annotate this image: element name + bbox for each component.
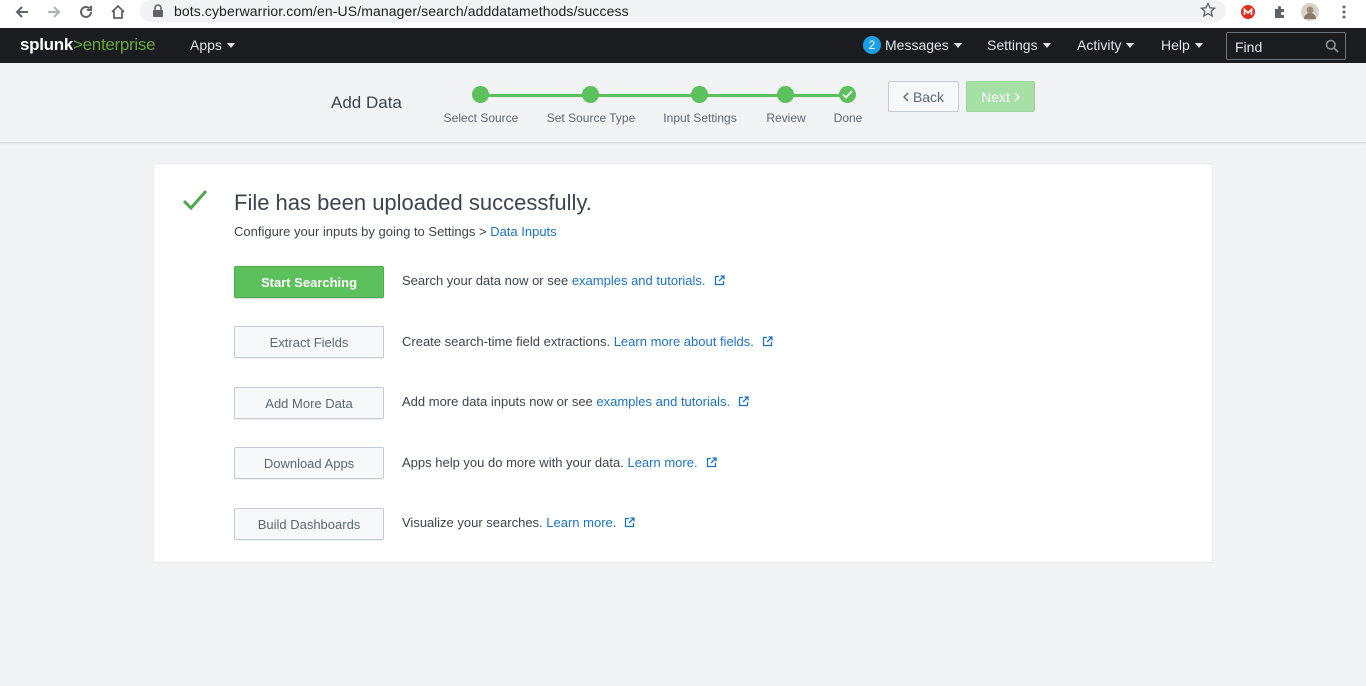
step-label-set-source-type: Set Source Type (546, 111, 636, 125)
start-searching-button[interactable]: Start Searching (234, 266, 384, 298)
url-text: bots.cyberwarrior.com/en-US/manager/sear… (174, 3, 629, 19)
settings-menu-label: Settings (987, 37, 1038, 53)
subtitle-text: Configure your inputs by going to Settin… (234, 224, 491, 239)
success-check-icon (181, 186, 209, 214)
home-icon[interactable] (104, 0, 132, 24)
splunk-logo[interactable]: splunk>enterprise (20, 35, 156, 55)
build-dashboards-description: Visualize your searches. Learn more. (402, 515, 636, 530)
learn-more-fields-link[interactable]: Learn more about fields. (614, 334, 754, 349)
external-link-icon (625, 517, 636, 528)
checkmark-icon (842, 90, 853, 99)
chevron-right-icon (1014, 92, 1020, 101)
chevron-down-icon (1126, 43, 1135, 48)
search-icon[interactable] (1325, 39, 1339, 53)
action-text: Visualize your searches. (402, 515, 547, 530)
start-searching-description: Search your data now or see examples and… (402, 273, 725, 288)
bookmark-star-icon[interactable] (1199, 1, 1217, 23)
add-more-data-button[interactable]: Add More Data (234, 387, 384, 419)
extract-fields-description: Create search-time field extractions. Le… (402, 334, 773, 349)
browser-toolbar: bots.cyberwarrior.com/en-US/manager/sear… (0, 0, 1366, 28)
external-link-icon (714, 275, 725, 286)
chevron-down-icon (1042, 43, 1051, 48)
action-text: Add more data inputs now or see (402, 394, 597, 409)
step-label-review: Review (766, 111, 806, 125)
download-apps-button[interactable]: Download Apps (234, 447, 384, 479)
step-dot-done (839, 86, 856, 103)
step-dot-input-settings (691, 86, 708, 103)
external-link-icon (762, 336, 773, 347)
forward-arrow-icon[interactable] (40, 0, 68, 24)
build-dashboards-button[interactable]: Build Dashboards (234, 508, 384, 540)
settings-menu[interactable]: Settings (987, 37, 1051, 53)
logo-splunk-text: splunk (20, 35, 73, 54)
help-menu[interactable]: Help (1161, 37, 1203, 53)
next-button-label: Next (981, 88, 1010, 105)
step-label-input-settings: Input Settings (663, 111, 737, 125)
activity-menu-label: Activity (1077, 37, 1122, 53)
examples-tutorials-link[interactable]: examples and tutorials. (596, 394, 730, 409)
find-search-box (1226, 32, 1346, 60)
chevron-down-icon (226, 43, 235, 48)
step-label-done: Done (833, 111, 863, 125)
find-input[interactable] (1235, 38, 1325, 55)
messages-menu[interactable]: 2 Messages (863, 36, 962, 54)
back-button[interactable]: Back (888, 81, 959, 112)
chevron-down-icon (953, 43, 962, 48)
learn-more-dashboards-link[interactable]: Learn more. (546, 515, 616, 530)
step-dot-review (777, 86, 794, 103)
puzzle-extensions-icon[interactable] (1270, 2, 1290, 22)
data-inputs-link[interactable]: Data Inputs (490, 224, 557, 239)
activity-menu[interactable]: Activity (1077, 37, 1135, 53)
examples-tutorials-link[interactable]: examples and tutorials. (572, 273, 706, 288)
extract-fields-label: Extract Fields (269, 334, 349, 350)
chevron-down-icon (1194, 43, 1203, 48)
next-button[interactable]: Next (966, 81, 1035, 112)
add-more-data-description: Add more data inputs now or see examples… (402, 394, 749, 409)
extension-m-icon[interactable] (1238, 2, 1258, 22)
apps-menu-label: Apps (190, 37, 222, 53)
action-text: Create search-time field extractions. (402, 334, 614, 349)
messages-menu-label: Messages (885, 37, 949, 53)
success-title: File has been uploaded successfully. (234, 190, 592, 215)
external-link-icon (706, 457, 717, 468)
logo-product-text: enterprise (82, 35, 156, 54)
upload-success-panel: File has been uploaded successfully. Con… (153, 163, 1213, 563)
address-bar[interactable]: bots.cyberwarrior.com/en-US/manager/sear… (140, 0, 1226, 22)
learn-more-apps-link[interactable]: Learn more. (627, 455, 697, 470)
back-arrow-icon[interactable] (8, 0, 36, 24)
page-title: Add Data (331, 93, 402, 112)
apps-menu[interactable]: Apps (190, 37, 235, 53)
messages-count-badge: 2 (863, 36, 881, 54)
lock-icon (152, 4, 164, 23)
start-searching-label: Start Searching (260, 274, 358, 290)
success-subtitle: Configure your inputs by going to Settin… (234, 224, 557, 239)
add-data-wizard-header: Add Data Select Source Set Source Type I… (0, 63, 1366, 143)
add-more-data-label: Add More Data (265, 395, 353, 411)
browser-menu-icon[interactable] (1334, 2, 1354, 22)
profile-avatar-icon[interactable] (1300, 2, 1320, 22)
splunk-top-bar: splunk>enterprise Apps 2 Messages Settin… (0, 28, 1366, 63)
action-text: Apps help you do more with your data. (402, 455, 628, 470)
reload-icon[interactable] (72, 0, 100, 24)
back-button-label: Back (912, 88, 945, 105)
external-link-icon (738, 396, 749, 407)
step-label-select-source: Select Source (443, 111, 519, 125)
build-dashboards-label: Build Dashboards (257, 516, 361, 532)
step-dot-select-source (472, 86, 489, 103)
download-apps-description: Apps help you do more with your data. Le… (402, 455, 717, 470)
help-menu-label: Help (1161, 37, 1190, 53)
logo-gt-text: > (73, 35, 83, 54)
chevron-left-icon (902, 92, 909, 101)
action-text: Search your data now or see (402, 273, 572, 288)
step-dot-set-source-type (582, 86, 599, 103)
extract-fields-button[interactable]: Extract Fields (234, 326, 384, 358)
download-apps-label: Download Apps (263, 455, 355, 471)
